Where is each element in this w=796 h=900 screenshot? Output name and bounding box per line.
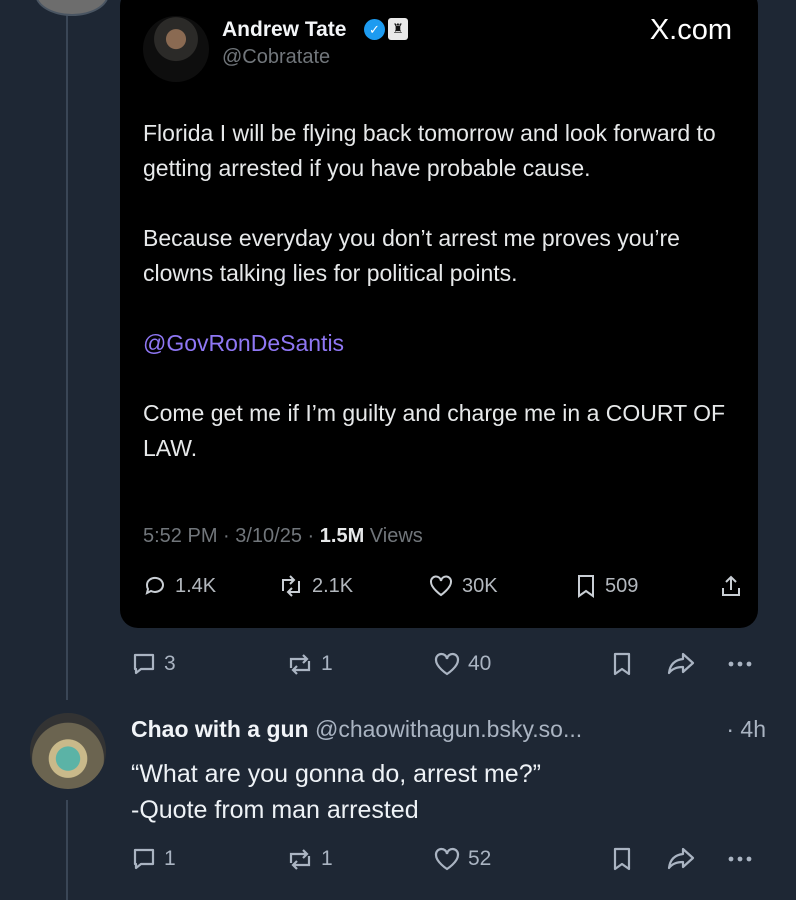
- heart-icon: [434, 847, 460, 871]
- share-arrow-icon: [667, 652, 695, 675]
- share-button[interactable]: [665, 845, 703, 873]
- reply-button[interactable]: 3: [130, 650, 176, 678]
- share-button[interactable]: [665, 650, 703, 678]
- site-label: X.com: [649, 14, 732, 46]
- embed-reply-count: 1.4K: [175, 574, 217, 597]
- more-icon: [728, 856, 752, 862]
- share-arrow-icon: [667, 847, 695, 870]
- heart-icon: [430, 575, 452, 597]
- post-body: “What are you gonna do, arrest me?” -Quo…: [131, 756, 541, 828]
- post-paragraph: Because everyday you don’t arrest me pro…: [143, 225, 680, 286]
- post-action-bar: 1 1 52: [130, 845, 765, 875]
- views-label: Views: [364, 525, 423, 547]
- repost-icon: [289, 654, 311, 675]
- reply-button[interactable]: 1: [130, 845, 176, 873]
- repost-button[interactable]: 1: [285, 845, 333, 873]
- comment-icon: [133, 848, 155, 870]
- post-timestamp: 5:52 PM · 3/10/25 ·: [143, 525, 320, 547]
- more-options-button[interactable]: [725, 650, 761, 678]
- post-timestamp[interactable]: · 4h: [726, 716, 766, 743]
- author-handle[interactable]: @Cobratate: [222, 46, 330, 69]
- post-paragraph: Come get me if I’m guilty and charge me …: [143, 400, 726, 461]
- embed-like-count: 30K: [462, 574, 498, 597]
- embedded-post-card[interactable]: Andrew Tate ✓ ♜ @Cobratate X.com Florida…: [120, 0, 758, 628]
- reply-count: 3: [164, 652, 176, 675]
- share-icon: [722, 575, 740, 596]
- post-line: -Quote from man arrested: [131, 796, 419, 824]
- verified-badge-icon: ✓: [364, 19, 385, 40]
- bookmark-button[interactable]: [610, 650, 640, 678]
- bookmark-icon: [613, 847, 631, 871]
- bookmark-button[interactable]: [610, 845, 640, 873]
- heart-icon: [434, 652, 460, 676]
- repost-count: 1: [321, 847, 333, 870]
- avatar[interactable]: [30, 713, 106, 789]
- post-meta: 5:52 PM · 3/10/25 · 1.5M Views: [143, 525, 423, 548]
- more-icon: [728, 661, 752, 667]
- post-line: “What are you gonna do, arrest me?”: [131, 760, 541, 788]
- author-name[interactable]: Chao with a gun: [131, 716, 309, 742]
- avatar[interactable]: [35, 0, 109, 16]
- reply-count: 1: [164, 847, 176, 870]
- post-paragraph: Florida I will be flying back tomorrow a…: [143, 120, 716, 181]
- like-count: 52: [468, 847, 492, 870]
- like-button[interactable]: 52: [432, 845, 491, 873]
- embed-share-button[interactable]: [719, 574, 751, 598]
- mention-link[interactable]: @GovRonDeSantis: [143, 326, 743, 361]
- embed-repost-button[interactable]: 2.1K: [278, 574, 353, 598]
- like-count: 40: [468, 652, 492, 675]
- more-options-button[interactable]: [725, 845, 761, 873]
- embed-action-bar: 1.4K 2.1K 30K 509: [143, 574, 748, 604]
- author-name[interactable]: Andrew Tate: [222, 18, 346, 42]
- embed-like-button[interactable]: 30K: [428, 574, 498, 598]
- thread-line: [66, 800, 68, 900]
- post-body: Florida I will be flying back tomorrow a…: [143, 116, 743, 501]
- embed-repost-count: 2.1K: [312, 574, 354, 597]
- bookmark-icon: [613, 652, 631, 676]
- embed-bookmark-count: 509: [605, 574, 639, 597]
- comment-icon: [145, 576, 164, 595]
- affiliation-badge-icon: ♜: [388, 18, 408, 40]
- bookmark-icon: [578, 575, 594, 598]
- author-handle[interactable]: @chaowithagun.bsky.so...: [315, 716, 582, 742]
- post-action-bar: 3 1 40: [130, 650, 765, 680]
- repost-count: 1: [321, 652, 333, 675]
- repost-icon: [282, 575, 300, 597]
- embed-bookmark-button[interactable]: 509: [575, 574, 638, 598]
- repost-button[interactable]: 1: [285, 650, 333, 678]
- like-button[interactable]: 40: [432, 650, 491, 678]
- repost-icon: [289, 849, 311, 870]
- thread-line: [66, 10, 68, 700]
- post-header: Chao with a gun @chaowithagun.bsky.so...: [131, 716, 582, 743]
- embed-reply-button[interactable]: 1.4K: [143, 574, 216, 598]
- comment-icon: [133, 653, 155, 675]
- author-avatar[interactable]: [143, 16, 209, 82]
- view-count: 1.5M: [319, 525, 365, 547]
